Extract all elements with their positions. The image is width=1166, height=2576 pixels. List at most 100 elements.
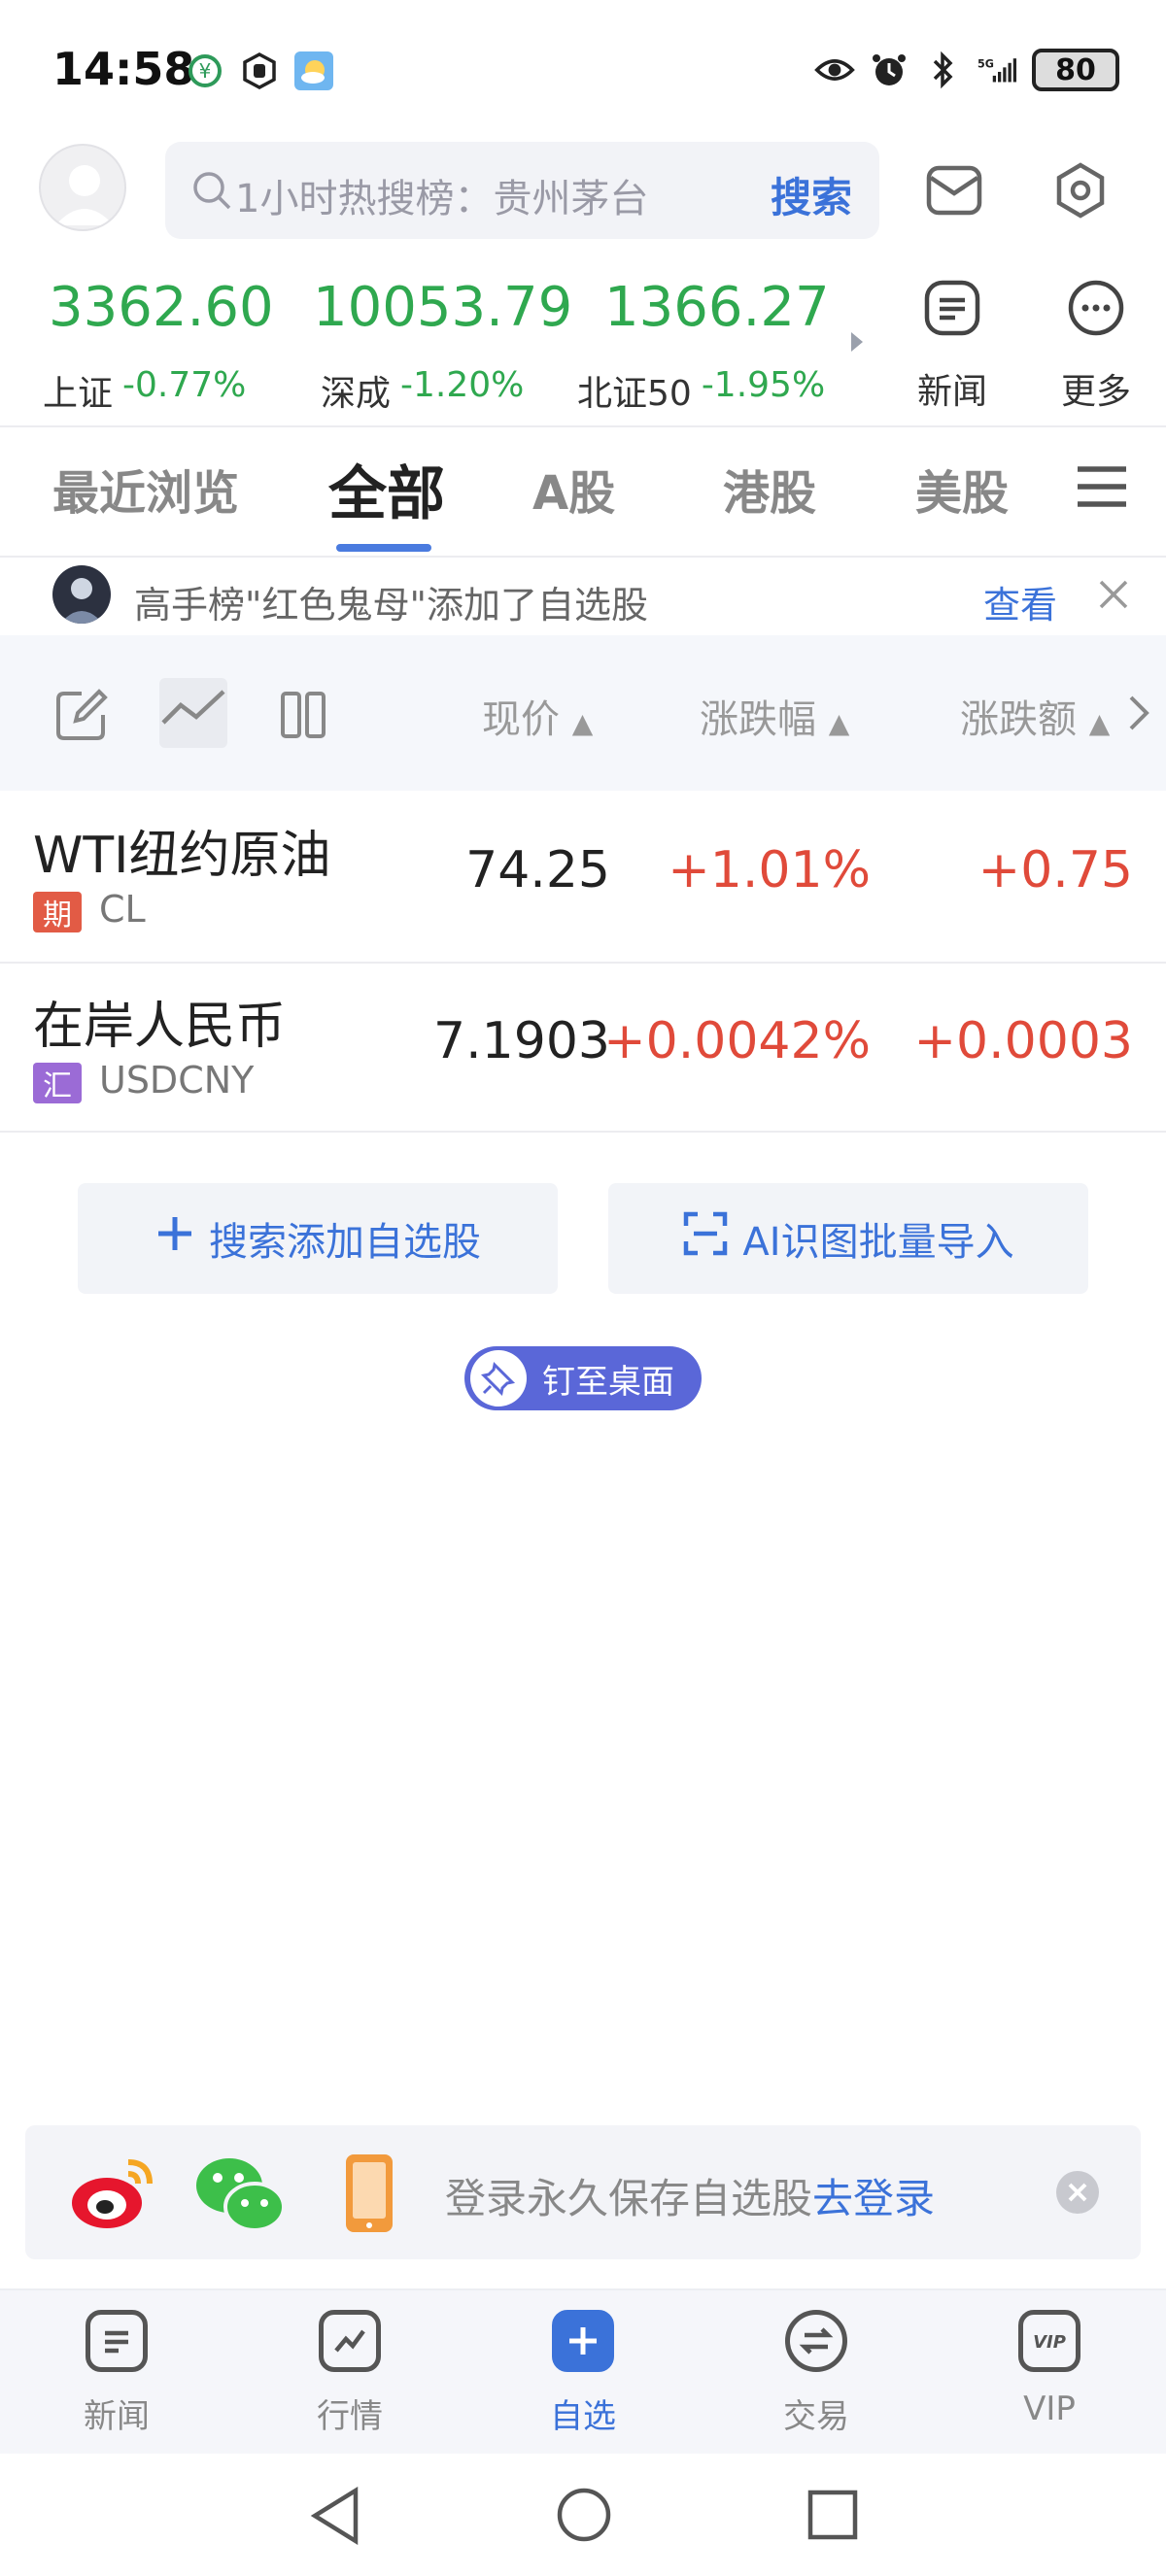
- status-bar: 14:58 ¥ 5G 80: [0, 0, 1166, 136]
- column-change-amt-label: 涨跌额: [960, 697, 1077, 742]
- exchange-icon: [785, 2310, 847, 2372]
- svg-text:5G: 5G: [977, 57, 994, 70]
- notice-view-link[interactable]: 查看: [983, 575, 1057, 628]
- index-sh[interactable]: 3362.60: [49, 276, 274, 339]
- more-label[interactable]: 更多: [1047, 363, 1145, 414]
- divider: [0, 1131, 1166, 1133]
- index-sz-meta: 深成 -1.20%: [321, 365, 524, 416]
- more-icon[interactable]: [1057, 278, 1135, 338]
- signal-5g-icon: 5G: [977, 50, 1018, 90]
- tab-hk-shares[interactable]: 港股: [723, 455, 816, 523]
- bottom-nav: 新闻 行情 自选 交易 VIP VIP: [0, 2288, 1166, 2454]
- close-icon[interactable]: [1098, 579, 1129, 614]
- news-quick-icon[interactable]: [913, 278, 991, 338]
- login-banner: 登录永久保存自选股去登录: [25, 2125, 1141, 2259]
- status-icons-left: ¥: [185, 51, 334, 91]
- notice-avatar: [52, 565, 111, 624]
- column-change-amt[interactable]: 涨跌额 ▲︎: [960, 688, 1110, 744]
- table-row[interactable]: WTI纽约原油 期 CL 74.25 +1.01% +0.75: [0, 791, 1166, 962]
- pin-icon: [470, 1350, 527, 1407]
- nav-news[interactable]: 新闻: [39, 2310, 194, 2437]
- tab-menu-icon[interactable]: [1075, 464, 1129, 513]
- mail-icon[interactable]: [915, 152, 993, 229]
- column-change-pct[interactable]: 涨跌幅 ▲︎: [700, 688, 849, 744]
- divider: [0, 425, 1166, 427]
- active-tab-indicator: [336, 544, 431, 552]
- row-name: WTI纽约原油: [33, 827, 331, 885]
- status-time: 14:58: [52, 43, 195, 95]
- column-price-label: 现价: [482, 697, 560, 742]
- weather-icon: [293, 51, 334, 91]
- wechat-icon[interactable]: [192, 2151, 290, 2242]
- tab-recent[interactable]: 最近浏览: [52, 455, 239, 523]
- nav-watchlist[interactable]: 自选: [505, 2310, 661, 2437]
- home-icon[interactable]: [556, 2487, 612, 2547]
- row-code: CL: [99, 888, 146, 931]
- futures-tag: 期: [33, 892, 82, 932]
- index-label: 上证: [43, 374, 114, 414]
- nav-market[interactable]: 行情: [272, 2310, 428, 2437]
- tab-all[interactable]: 全部: [328, 447, 445, 531]
- row-price: 7.1903: [433, 1012, 610, 1070]
- close-banner-icon[interactable]: [1055, 2170, 1100, 2219]
- ai-import-label: AI识图批量导入: [742, 1220, 1014, 1265]
- table-row[interactable]: 在岸人民币 汇 USDCNY 7.1903 +0.0042% +0.0003: [0, 964, 1166, 1133]
- nav-news-label: 新闻: [84, 2397, 150, 2436]
- settings-icon[interactable]: [1042, 152, 1119, 229]
- eye-icon: [814, 50, 855, 90]
- chart-mode-icon[interactable]: [159, 678, 227, 748]
- search-placeholder: 1小时热搜榜：贵州茅台: [235, 177, 649, 221]
- index-bz-meta: 北证50 -1.95%: [577, 365, 825, 416]
- index-value: 10053.79: [313, 276, 573, 339]
- pin-to-desktop-button[interactable]: 钉至桌面: [464, 1346, 702, 1410]
- sort-icon: ▲︎: [1088, 707, 1111, 739]
- row-name: 在岸人民币: [33, 998, 287, 1056]
- avatar[interactable]: [39, 144, 126, 231]
- row-code: USDCNY: [99, 1059, 255, 1102]
- nav-watchlist-label: 自选: [550, 2397, 616, 2436]
- indices-more-arrow-icon[interactable]: [847, 328, 867, 359]
- notice-text: 高手榜"红色鬼母"添加了自选股: [134, 584, 648, 627]
- search-add-button[interactable]: 搜索添加自选股: [78, 1183, 558, 1294]
- nav-vip[interactable]: VIP VIP: [972, 2310, 1127, 2428]
- back-icon[interactable]: [309, 2486, 361, 2549]
- weibo-icon[interactable]: [68, 2152, 161, 2240]
- tab-us-shares[interactable]: 美股: [915, 455, 1009, 523]
- index-label: 北证50: [577, 374, 692, 414]
- status-icons-right: 5G 80: [814, 49, 1119, 91]
- recents-icon[interactable]: [806, 2489, 859, 2545]
- svg-text:VIP: VIP: [1033, 2332, 1066, 2353]
- pin-label: 钉至桌面: [542, 1362, 674, 1402]
- alarm-icon: [869, 50, 909, 90]
- row-change-amt: +0.75: [977, 841, 1133, 899]
- column-change-pct-label: 涨跌幅: [700, 697, 816, 742]
- index-change: -1.95%: [701, 365, 826, 405]
- svg-text:¥: ¥: [199, 59, 212, 83]
- battery-icon: 80: [1032, 49, 1119, 91]
- index-bz[interactable]: 1366.27: [604, 276, 830, 339]
- column-price[interactable]: 现价 ▲︎: [482, 688, 593, 744]
- row-change-amt: +0.0003: [913, 1012, 1133, 1070]
- news-icon: [86, 2310, 148, 2372]
- search-input[interactable]: 1小时热搜榜：贵州茅台 搜索: [165, 142, 879, 239]
- index-sz[interactable]: 10053.79: [313, 276, 572, 339]
- nav-trade[interactable]: 交易: [738, 2310, 894, 2437]
- news-quick-label[interactable]: 新闻: [904, 363, 1001, 414]
- plus-icon: [552, 2310, 614, 2372]
- search-add-label: 搜索添加自选股: [209, 1220, 481, 1265]
- nav-market-label: 行情: [317, 2397, 383, 2436]
- vip-icon: VIP: [1018, 2310, 1080, 2372]
- chart-icon: [319, 2310, 381, 2372]
- tab-a-shares[interactable]: A股: [532, 455, 615, 523]
- chevron-right-icon[interactable]: [1127, 694, 1150, 736]
- search-button[interactable]: 搜索: [771, 165, 852, 224]
- hand-icon: [239, 51, 280, 91]
- plus-icon: [154, 1213, 195, 1264]
- login-link[interactable]: 去登录: [812, 2175, 935, 2222]
- ai-import-button[interactable]: AI识图批量导入: [608, 1183, 1088, 1294]
- index-change: -0.77%: [122, 365, 247, 405]
- edit-icon[interactable]: [52, 686, 111, 748]
- columns-icon[interactable]: [280, 686, 326, 748]
- phone-icon[interactable]: [342, 2152, 396, 2238]
- sort-icon: ▲︎: [571, 707, 594, 739]
